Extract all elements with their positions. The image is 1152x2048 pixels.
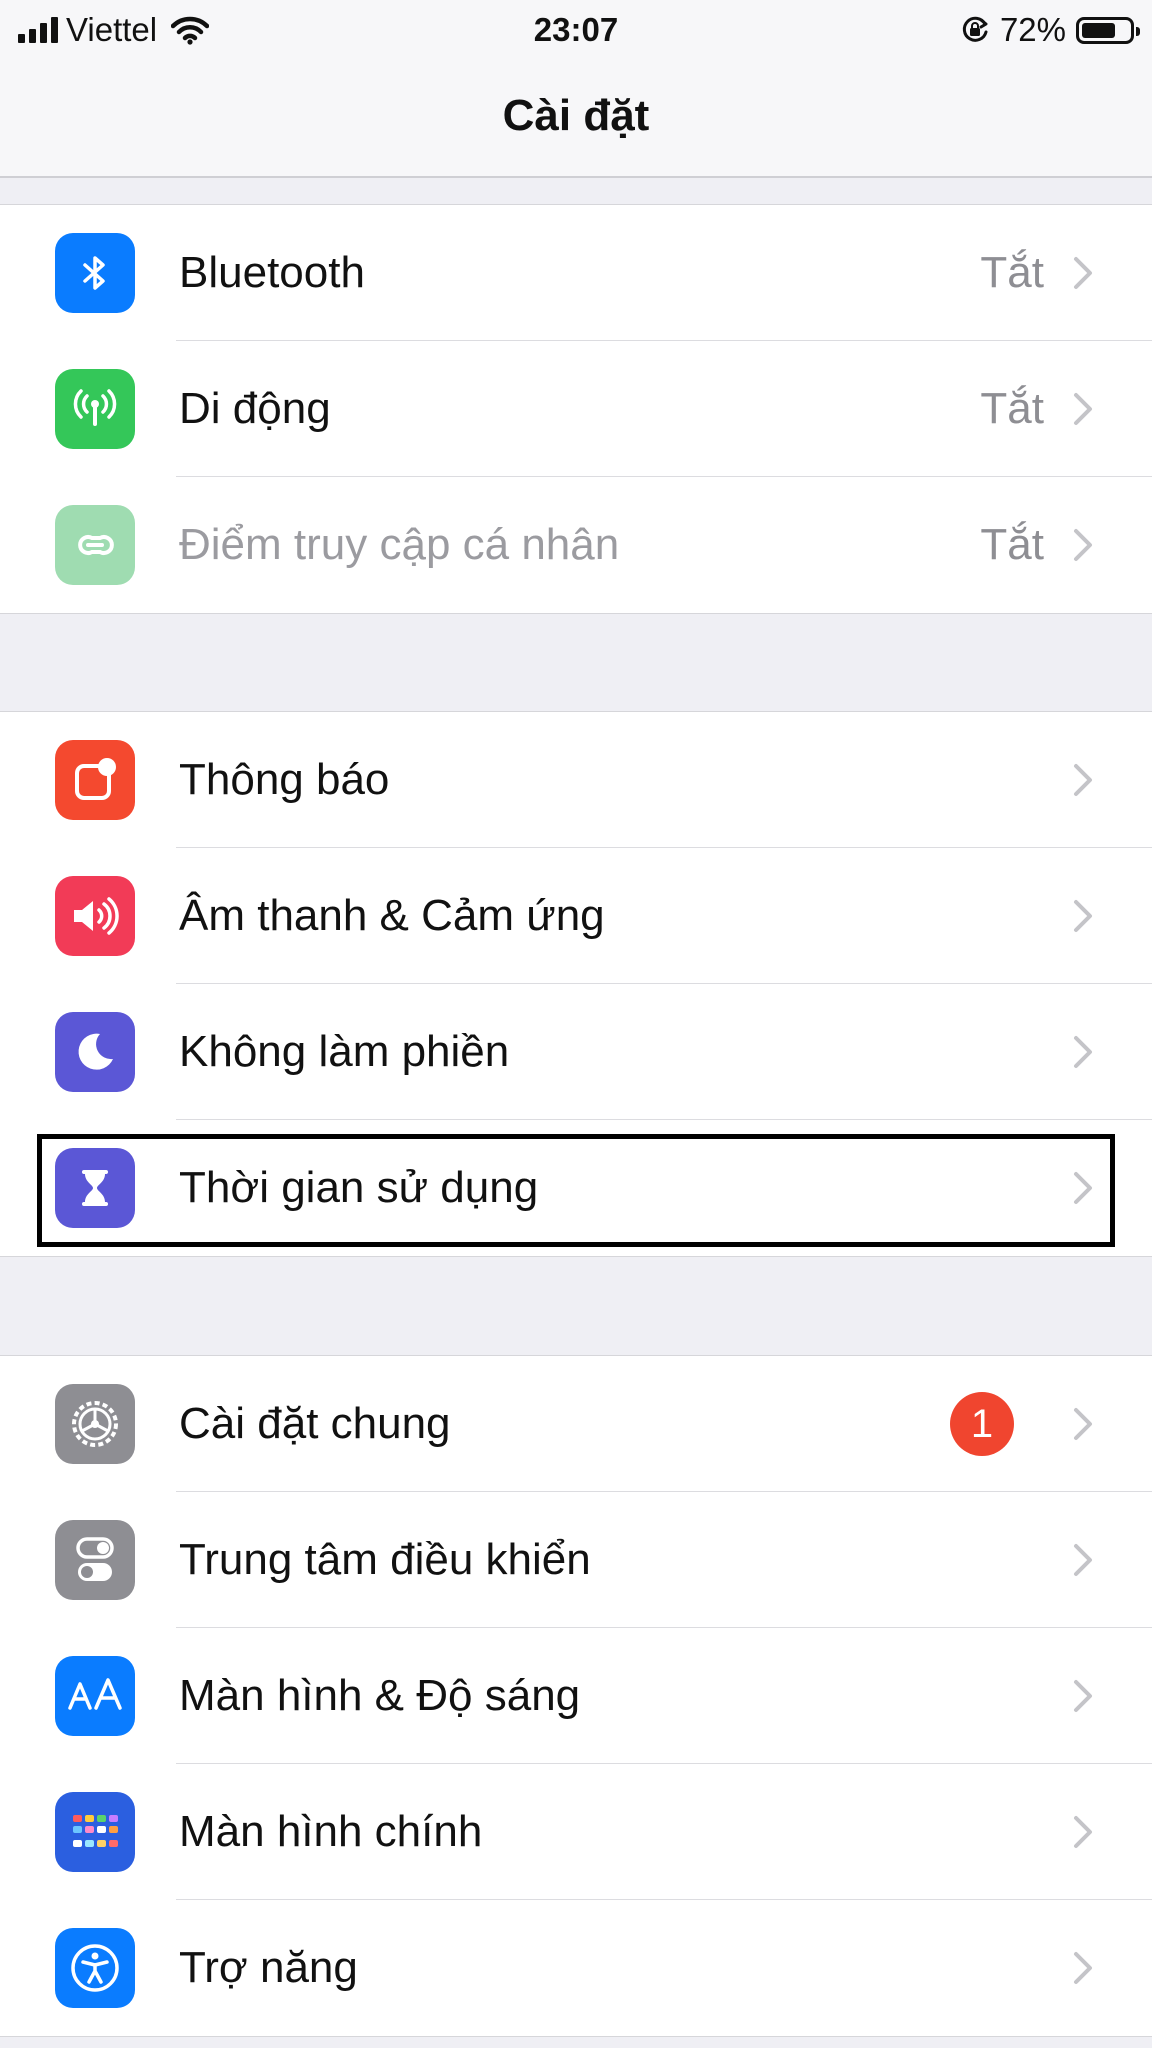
battery-icon	[1076, 16, 1140, 44]
connectivity-group: Bluetooth Tắt Di động Tắt Điểm truy cập …	[0, 204, 1152, 614]
hourglass-icon	[55, 1148, 135, 1228]
settings-row-cellular[interactable]: Di động Tắt	[0, 341, 1152, 477]
bluetooth-icon	[55, 233, 135, 313]
text-size-aa-icon	[55, 1656, 135, 1736]
row-value: Tắt	[980, 248, 1044, 297]
chevron-right-icon	[1074, 764, 1092, 796]
cellular-antenna-icon	[55, 369, 135, 449]
speaker-icon	[55, 876, 135, 956]
battery-percentage: 72%	[999, 11, 1066, 48]
status-bar: Viettel 23:07 72%	[0, 0, 1152, 60]
settings-row-screen-time[interactable]: Thời gian sử dụng	[0, 1120, 1152, 1256]
row-value: Tắt	[980, 384, 1044, 433]
battery-nub	[1136, 26, 1140, 36]
personal-hotspot-icon	[55, 505, 135, 585]
notifications-group: Thông báo Âm thanh & Cảm ứng Không làm p…	[0, 711, 1152, 1257]
row-label: Di động	[179, 384, 331, 433]
row-label: Màn hình chính	[179, 1807, 483, 1856]
battery-level-fill	[1082, 22, 1116, 38]
settings-row-control-center[interactable]: Trung tâm điều khiển	[0, 1492, 1152, 1628]
row-label: Trung tâm điều khiển	[179, 1535, 591, 1584]
row-label: Màn hình & Độ sáng	[179, 1671, 581, 1720]
orientation-lock-icon	[962, 16, 988, 42]
general-group: Cài đặt chung 1 Trung tâm điều khiển Màn…	[0, 1355, 1152, 2037]
row-label: Trợ năng	[179, 1943, 358, 1992]
settings-row-display-brightness[interactable]: Màn hình & Độ sáng	[0, 1628, 1152, 1764]
chevron-right-icon	[1074, 1544, 1092, 1576]
settings-row-general[interactable]: Cài đặt chung 1	[0, 1356, 1152, 1492]
toggle-switches-icon	[55, 1520, 135, 1600]
row-value: Tắt	[980, 520, 1044, 569]
settings-row-bluetooth[interactable]: Bluetooth Tắt	[0, 205, 1152, 341]
notifications-icon	[55, 740, 135, 820]
row-label: Thời gian sử dụng	[179, 1163, 539, 1212]
settings-row-home-screen[interactable]: Màn hình chính	[0, 1764, 1152, 1900]
chevron-right-icon	[1074, 1408, 1092, 1440]
settings-row-do-not-disturb[interactable]: Không làm phiền	[0, 984, 1152, 1120]
chevron-right-icon	[1074, 529, 1092, 561]
home-screen-grid-icon	[55, 1792, 135, 1872]
gear-icon	[55, 1384, 135, 1464]
accessibility-icon	[55, 1928, 135, 2008]
row-label: Cài đặt chung	[179, 1399, 451, 1448]
row-label: Không làm phiền	[179, 1027, 510, 1076]
notification-badge: 1	[950, 1392, 1014, 1456]
settings-row-accessibility[interactable]: Trợ năng	[0, 1900, 1152, 2036]
chevron-right-icon	[1074, 1036, 1092, 1068]
navigation-bar: Cài đặt	[0, 60, 1152, 178]
chevron-right-icon	[1074, 393, 1092, 425]
chevron-right-icon	[1074, 1172, 1092, 1204]
row-label: Bluetooth	[179, 248, 365, 297]
settings-row-personal-hotspot[interactable]: Điểm truy cập cá nhân Tắt	[0, 477, 1152, 613]
settings-row-sounds-haptics[interactable]: Âm thanh & Cảm ứng	[0, 848, 1152, 984]
right-status: 72%	[960, 8, 1140, 52]
chevron-right-icon	[1074, 900, 1092, 932]
chevron-right-icon	[1074, 1952, 1092, 1984]
row-label: Điểm truy cập cá nhân	[179, 520, 620, 569]
moon-icon	[55, 1012, 135, 1092]
page-title: Cài đặt	[502, 91, 650, 140]
settings-row-notifications[interactable]: Thông báo	[0, 712, 1152, 848]
chevron-right-icon	[1074, 257, 1092, 289]
chevron-right-icon	[1074, 1680, 1092, 1712]
row-label: Âm thanh & Cảm ứng	[179, 891, 605, 940]
row-label: Thông báo	[179, 755, 390, 804]
chevron-right-icon	[1074, 1816, 1092, 1848]
